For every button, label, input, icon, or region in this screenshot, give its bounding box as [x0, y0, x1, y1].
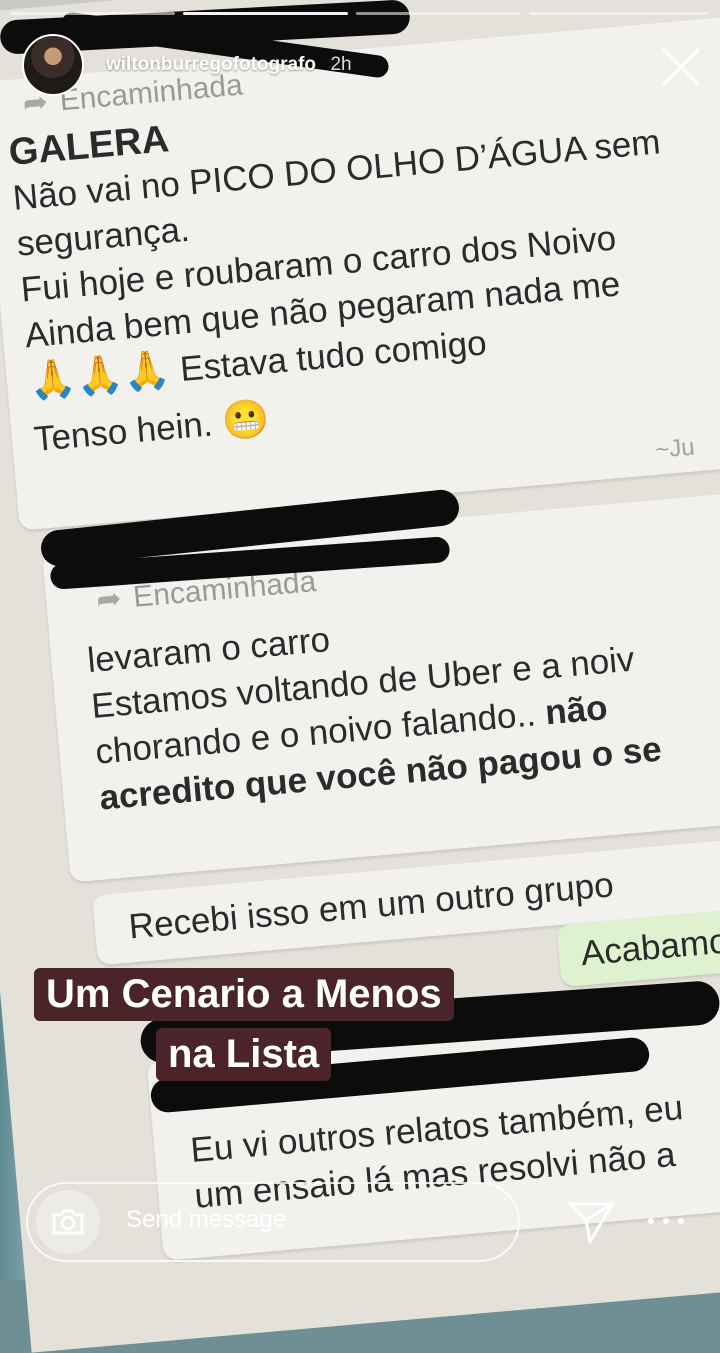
camera-icon	[52, 1209, 84, 1235]
message-2-bold-text: não	[543, 688, 610, 733]
username[interactable]: wiltonburregofotografo	[106, 54, 316, 75]
message-4-text: Acabamos d	[579, 917, 720, 974]
forward-arrow-icon: ➦	[94, 582, 123, 618]
message-1-line-text: Tenso hein.	[32, 404, 215, 459]
story-header: wiltonburregofotografo 2h	[22, 34, 352, 96]
story-caption-line-1: Um Cenario a Menos	[34, 968, 454, 1021]
message-2-text: levaram o carro Estamos voltando de Uber…	[86, 589, 664, 821]
sender-hint: ~Ju	[654, 433, 696, 464]
post-time: 2h	[330, 54, 352, 75]
more-dots-icon	[663, 1218, 669, 1224]
story-progress-segment	[10, 12, 175, 15]
more-dots-icon	[678, 1218, 684, 1224]
close-icon	[662, 48, 700, 86]
share-button[interactable]	[566, 1198, 616, 1246]
avatar[interactable]	[22, 34, 84, 96]
story-progress-segment	[356, 12, 521, 15]
close-button[interactable]	[660, 46, 702, 88]
send-message-input[interactable]: Send message	[126, 1206, 286, 1234]
story-caption-line-2: na Lista	[156, 1028, 332, 1081]
paper-plane-icon	[568, 1202, 614, 1244]
chat-screenshot-photo: ➦ Encaminhada GALERA Não vai no PICO DO …	[0, 0, 720, 1353]
story-progress-segment-active	[183, 12, 348, 15]
message-1-text: GALERA Não vai no PICO DO OLHO D’ÁGUA se…	[7, 74, 683, 463]
more-button[interactable]	[648, 1206, 684, 1236]
story-progress-segment	[529, 12, 709, 15]
camera-button[interactable]	[36, 1190, 100, 1254]
praying-hands-emoji: 🙏🙏🙏	[27, 348, 173, 404]
grimace-emoji: 😬	[220, 397, 272, 444]
more-dots-icon	[648, 1218, 654, 1224]
message-3-text: Recebi isso em um outro grupo	[127, 865, 616, 947]
